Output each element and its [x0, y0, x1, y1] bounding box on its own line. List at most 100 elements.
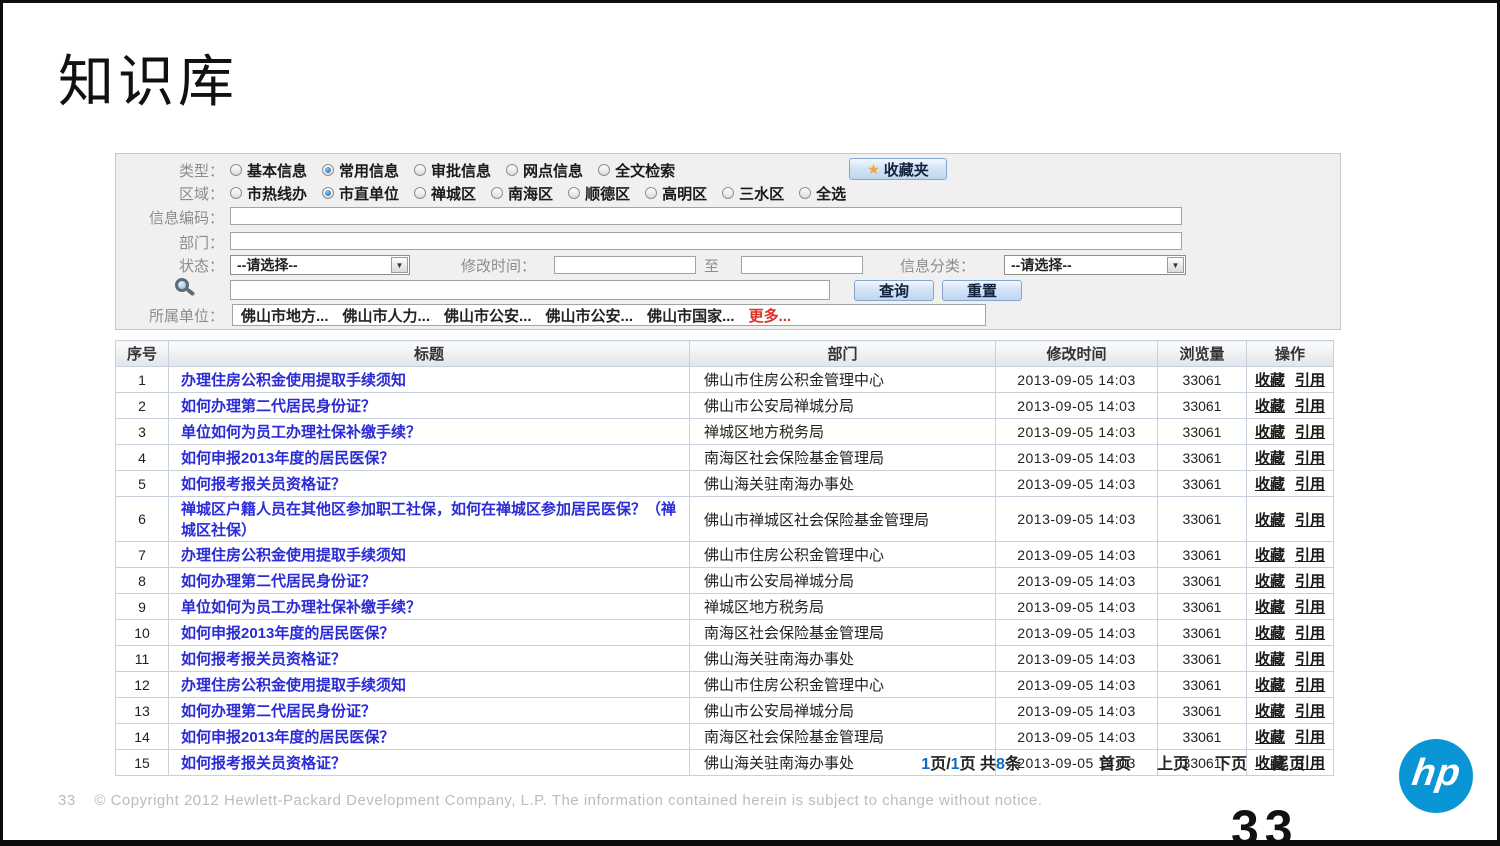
radio-button-icon[interactable] — [568, 187, 580, 199]
cite-action-link[interactable]: 引用 — [1295, 450, 1325, 467]
article-title-link[interactable]: 如何申报2013年度的居民医保？ — [181, 625, 394, 642]
chevron-down-icon[interactable]: ▼ — [1167, 257, 1184, 273]
modify-time-from-input[interactable] — [554, 256, 696, 274]
article-title-link[interactable]: 禅城区户籍人员在其他区参加职工社保，如何在禅城区参加居民医保？（禅城区社保） — [181, 501, 676, 539]
radio-button-icon[interactable] — [414, 187, 426, 199]
views-cell: 33061 — [1158, 542, 1247, 568]
favorites-button[interactable]: ★ 收藏夹 — [849, 158, 947, 180]
radio-option[interactable]: 网点信息 — [506, 160, 583, 181]
prev-page-link[interactable]: 上页 — [1157, 750, 1189, 774]
cite-action-link[interactable]: 引用 — [1295, 372, 1325, 389]
favorite-action-link[interactable]: 收藏 — [1255, 512, 1285, 529]
modify-time-to-input[interactable] — [741, 256, 863, 274]
favorite-action-link[interactable]: 收藏 — [1255, 677, 1285, 694]
radio-option[interactable]: 三水区 — [722, 183, 784, 204]
radio-option[interactable]: 基本信息 — [230, 160, 307, 181]
article-title-link[interactable]: 如何申报2013年度的居民医保？ — [181, 450, 394, 467]
cite-action-link[interactable]: 引用 — [1295, 547, 1325, 564]
radio-option[interactable]: 市直单位 — [322, 183, 399, 204]
cite-action-link[interactable]: 引用 — [1295, 398, 1325, 415]
favorite-action-link[interactable]: 收藏 — [1255, 599, 1285, 616]
radio-option[interactable]: 高明区 — [645, 183, 707, 204]
radio-option[interactable]: 南海区 — [491, 183, 553, 204]
article-title-link[interactable]: 如何报考报关员资格证？ — [181, 476, 346, 493]
table-body: 1办理住房公积金使用提取手续须知佛山市住房公积金管理中心2013-09-05 1… — [116, 367, 1334, 776]
radio-option[interactable]: 顺德区 — [568, 183, 630, 204]
page-count-text: 1页/1页 共8条 — [921, 750, 1021, 774]
article-title-link[interactable]: 单位如何为员工办理社保补缴手续？ — [181, 599, 421, 616]
cite-action-link[interactable]: 引用 — [1295, 677, 1325, 694]
article-title-link[interactable]: 单位如何为员工办理社保补缴手续？ — [181, 424, 421, 441]
search-button[interactable]: 查询 — [854, 280, 934, 301]
radio-button-icon[interactable] — [322, 187, 334, 199]
slide-footer: 33 © Copyright 2012 Hewlett-Packard Deve… — [58, 792, 1042, 809]
radio-button-icon[interactable] — [491, 187, 503, 199]
article-title-link[interactable]: 如何办理第二代居民身份证？ — [181, 398, 376, 415]
article-title-link[interactable]: 办理住房公积金使用提取手续须知 — [181, 677, 406, 694]
cite-action-link[interactable]: 引用 — [1295, 729, 1325, 746]
cite-action-link[interactable]: 引用 — [1295, 703, 1325, 720]
favorite-action-link[interactable]: 收藏 — [1255, 450, 1285, 467]
radio-option[interactable]: 全选 — [799, 183, 846, 204]
favorite-action-link[interactable]: 收藏 — [1255, 729, 1285, 746]
article-title-link[interactable]: 如何报考报关员资格证？ — [181, 651, 346, 668]
department-cell: 佛山市禅城区社会保险基金管理局 — [690, 497, 996, 542]
radio-option-label: 市热线办 — [247, 183, 307, 204]
keyword-input[interactable] — [230, 280, 830, 300]
row-number: 11 — [116, 646, 169, 672]
favorite-action-link[interactable]: 收藏 — [1255, 424, 1285, 441]
handwritten-page-number: 33 — [1231, 803, 1299, 846]
last-page-link[interactable]: 尾页 — [1273, 750, 1305, 774]
article-title-link[interactable]: 如何办理第二代居民身份证？ — [181, 703, 376, 720]
info-code-input[interactable] — [230, 207, 1182, 225]
cite-action-link[interactable]: 引用 — [1295, 512, 1325, 529]
radio-button-icon[interactable] — [645, 187, 657, 199]
radio-option[interactable]: 常用信息 — [322, 160, 399, 181]
cite-action-link[interactable]: 引用 — [1295, 476, 1325, 493]
article-title-link[interactable]: 办理住房公积金使用提取手续须知 — [181, 547, 406, 564]
radio-option-label: 市直单位 — [339, 183, 399, 204]
status-select[interactable]: --请选择-- ▼ — [230, 255, 410, 275]
favorite-action-link[interactable]: 收藏 — [1255, 703, 1285, 720]
cite-action-link[interactable]: 引用 — [1295, 424, 1325, 441]
cite-action-link[interactable]: 引用 — [1295, 573, 1325, 590]
current-page: 1 — [921, 756, 930, 773]
favorite-action-link[interactable]: 收藏 — [1255, 651, 1285, 668]
radio-button-icon[interactable] — [506, 164, 518, 176]
radio-button-icon[interactable] — [799, 187, 811, 199]
department-input[interactable] — [230, 232, 1182, 250]
cite-action-link[interactable]: 引用 — [1295, 625, 1325, 642]
radio-button-icon[interactable] — [722, 187, 734, 199]
category-select[interactable]: --请选择-- ▼ — [1004, 255, 1186, 275]
favorite-action-link[interactable]: 收藏 — [1255, 372, 1285, 389]
reset-button[interactable]: 重置 — [942, 280, 1022, 301]
chevron-down-icon[interactable]: ▼ — [391, 257, 408, 273]
cite-action-link[interactable]: 引用 — [1295, 599, 1325, 616]
radio-option[interactable]: 禅城区 — [414, 183, 476, 204]
favorite-action-link[interactable]: 收藏 — [1255, 573, 1285, 590]
article-title-link[interactable]: 如何办理第二代居民身份证？ — [181, 573, 376, 590]
unit-item: 佛山市地方... — [241, 305, 329, 326]
favorite-action-link[interactable]: 收藏 — [1255, 547, 1285, 564]
department-cell: 南海区社会保险基金管理局 — [690, 620, 996, 646]
radio-option[interactable]: 市热线办 — [230, 183, 307, 204]
next-page-link[interactable]: 下页 — [1215, 750, 1247, 774]
radio-option[interactable]: 审批信息 — [414, 160, 491, 181]
cite-action-link[interactable]: 引用 — [1295, 651, 1325, 668]
radio-option[interactable]: 全文检索 — [598, 160, 675, 181]
radio-button-icon[interactable] — [598, 164, 610, 176]
radio-button-icon[interactable] — [230, 187, 242, 199]
title-cell: 如何报考报关员资格证？ — [169, 646, 690, 672]
more-link[interactable]: 更多... — [749, 305, 792, 326]
radio-button-icon[interactable] — [230, 164, 242, 176]
radio-button-icon[interactable] — [414, 164, 426, 176]
article-title-link[interactable]: 如何申报2013年度的居民医保？ — [181, 729, 394, 746]
favorite-action-link[interactable]: 收藏 — [1255, 398, 1285, 415]
views-cell: 33061 — [1158, 620, 1247, 646]
article-title-link[interactable]: 办理住房公积金使用提取手续须知 — [181, 372, 406, 389]
favorite-action-link[interactable]: 收藏 — [1255, 476, 1285, 493]
column-header: 部门 — [690, 341, 996, 367]
first-page-link[interactable]: 首页 — [1099, 750, 1131, 774]
radio-button-icon[interactable] — [322, 164, 334, 176]
favorite-action-link[interactable]: 收藏 — [1255, 625, 1285, 642]
